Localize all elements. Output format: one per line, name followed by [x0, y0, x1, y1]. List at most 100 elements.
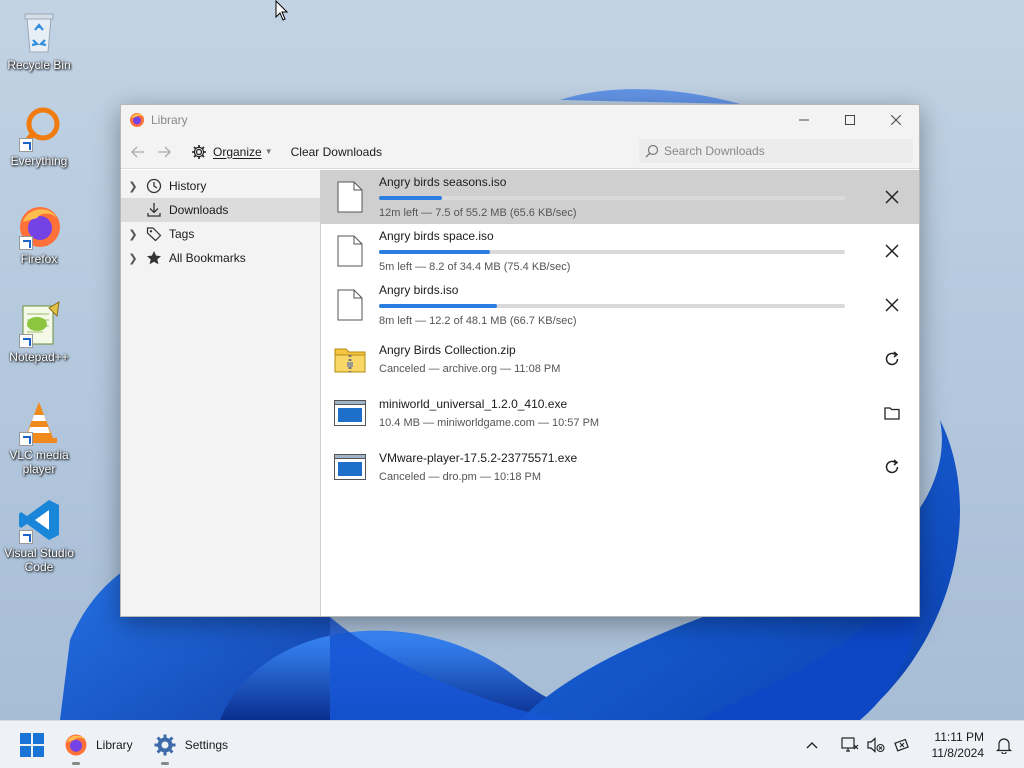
volume-button[interactable]: [866, 735, 886, 755]
search-downloads-input[interactable]: [664, 144, 894, 158]
cancel-icon: [885, 298, 899, 312]
retry-download-button[interactable]: [879, 454, 905, 480]
window-title: Library: [151, 113, 188, 127]
desktop-icon-vlc[interactable]: VLC media player: [1, 398, 77, 476]
cancel-download-button[interactable]: [879, 184, 905, 210]
desktop-icon-vscode[interactable]: Visual Studio Code: [1, 496, 77, 574]
progress-fill: [379, 196, 443, 200]
exe-icon: [334, 454, 366, 480]
chevron-right-icon[interactable]: ❯: [121, 228, 145, 241]
chevron-up-icon: [806, 742, 817, 749]
desktop-icon-notepadpp[interactable]: Notepad++: [1, 300, 77, 364]
download-status: 5m left — 8.2 of 34.4 MB (75.4 KB/sec): [379, 261, 571, 273]
notifications-button[interactable]: [994, 735, 1014, 755]
download-status: Canceled — archive.org — 11:08 PM: [379, 363, 561, 375]
desktop-icon-label: Everything: [10, 154, 68, 168]
firefox-icon: [65, 734, 87, 755]
firefox-icon: [15, 202, 63, 250]
progress-fill: [379, 304, 498, 308]
start-button[interactable]: [20, 732, 44, 757]
system-tray: 11:11 PM 11/8/2024: [802, 721, 1024, 768]
forward-button[interactable]: [151, 139, 177, 165]
cancel-icon: [885, 244, 899, 258]
taskbar-app-settings[interactable]: Settings: [153, 721, 228, 768]
taskbar-app-library[interactable]: Library: [64, 721, 133, 768]
cancel-download-button[interactable]: [879, 238, 905, 264]
close-window-button[interactable]: [873, 105, 919, 135]
firefox-icon: [130, 113, 144, 127]
download-item[interactable]: Angry birds.iso 8m left — 12.2 of 48.1 M…: [321, 278, 919, 332]
download-filename: Angry birds.iso: [379, 283, 459, 297]
download-item[interactable]: VMware-player-17.5.2-23775571.exe Cancel…: [321, 440, 919, 494]
desktop-icon-recycle-bin[interactable]: Recycle Bin: [1, 8, 77, 72]
download-item[interactable]: Angry Birds Collection.zip Canceled — ar…: [321, 332, 919, 386]
running-indicator: [72, 761, 80, 765]
library-toolbar: Organize ▼ Clear Downloads: [121, 135, 919, 169]
desktop-icon-label: Visual Studio Code: [4, 546, 74, 574]
folder-icon: [884, 407, 900, 420]
download-progress-bar: [379, 196, 845, 200]
cancel-download-button[interactable]: [879, 292, 905, 318]
download-item[interactable]: Angry birds seasons.iso 12m left — 7.5 o…: [321, 170, 919, 224]
arrow-left-icon: [131, 146, 144, 157]
clear-downloads-button[interactable]: Clear Downloads: [291, 145, 382, 159]
maximize-button[interactable]: [827, 105, 873, 135]
sidebar-item-history[interactable]: ❯ History: [121, 174, 320, 198]
desktop-icon-label: Firefox: [20, 252, 58, 266]
show-hidden-icons-button[interactable]: [802, 735, 822, 755]
download-item[interactable]: Angry birds space.iso 5m left — 8.2 of 3…: [321, 224, 919, 278]
battery-button[interactable]: [892, 735, 912, 755]
desktop-icon-label: Recycle Bin: [7, 58, 71, 72]
library-window: Library Organize ▼ Clear Downloads Searc…: [120, 104, 920, 617]
back-button[interactable]: [125, 139, 151, 165]
sidebar-item-all-bookmarks[interactable]: ❯ All Bookmarks: [121, 246, 320, 270]
retry-download-button[interactable]: [879, 346, 905, 372]
download-icon: [147, 203, 161, 217]
taskbar-clock[interactable]: 11:11 PM 11/8/2024: [932, 729, 985, 761]
close-icon: [891, 115, 901, 125]
chevron-right-icon[interactable]: ❯: [121, 180, 145, 193]
download-filename: Angry Birds Collection.zip: [379, 343, 516, 357]
download-status: 10.4 MB — miniworldgame.com — 10:57 PM: [379, 417, 600, 429]
sidebar-item-label: Downloads: [169, 203, 229, 217]
desktop-icon-label: VLC media player: [9, 448, 69, 476]
downloads-list: Angry birds seasons.iso 12m left — 7.5 o…: [321, 170, 919, 616]
taskbar: Library Settings 11:11 PM 11/8/2024: [0, 720, 1024, 768]
download-status: 8m left — 12.2 of 48.1 MB (66.7 KB/sec): [379, 315, 577, 327]
sidebar-item-tags[interactable]: ❯ Tags: [121, 222, 320, 246]
organize-button[interactable]: Organize ▼: [191, 144, 273, 160]
shortcut-arrow-icon: [19, 138, 33, 152]
power-status-icon: [893, 738, 909, 752]
shortcut-arrow-icon: [19, 432, 33, 446]
mouse-cursor-icon: [275, 0, 289, 21]
search-downloads-box[interactable]: [639, 139, 913, 163]
notepadpp-icon: [15, 300, 63, 348]
desktop-icon-firefox[interactable]: Firefox: [1, 202, 77, 266]
window-titlebar[interactable]: Library: [121, 105, 919, 135]
taskbar-app-label: Library: [96, 737, 133, 752]
sidebar-item-downloads[interactable]: Downloads: [121, 198, 320, 222]
progress-fill: [379, 250, 490, 254]
download-item[interactable]: miniworld_universal_1.2.0_410.exe 10.4 M…: [321, 386, 919, 440]
sidebar-item-label: All Bookmarks: [169, 251, 246, 265]
everything-icon: [15, 104, 63, 152]
file-icon: [337, 181, 363, 213]
file-icon: [337, 235, 363, 267]
cancel-icon: [885, 190, 899, 204]
network-button[interactable]: [840, 735, 860, 755]
download-status: Canceled — dro.pm — 10:18 PM: [379, 471, 542, 483]
tag-icon: [146, 227, 162, 242]
desktop-icon-everything[interactable]: Everything: [1, 104, 77, 168]
retry-icon: [885, 351, 899, 366]
minimize-button[interactable]: [781, 105, 827, 135]
clock-time: 11:11 PM: [934, 730, 984, 744]
shortcut-arrow-icon: [19, 530, 33, 544]
maximize-icon: [845, 115, 855, 125]
show-in-folder-button[interactable]: [879, 400, 905, 426]
chevron-right-icon[interactable]: ❯: [121, 252, 145, 265]
desktop-icon-label: Notepad++: [9, 350, 69, 364]
download-filename: miniworld_universal_1.2.0_410.exe: [379, 397, 568, 411]
gear-icon: [192, 144, 206, 159]
gear-icon: [154, 734, 176, 755]
download-progress-bar: [379, 250, 845, 254]
